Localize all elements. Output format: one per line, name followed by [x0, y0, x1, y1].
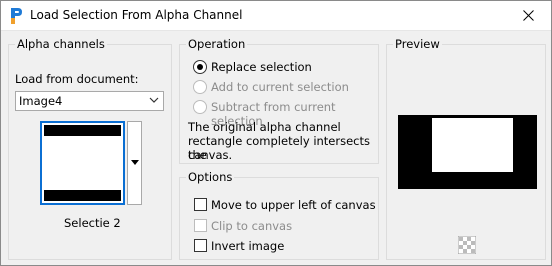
options-group: Options Move to upper left of canvas Cli… — [179, 170, 379, 260]
checkerboard-icon[interactable] — [458, 236, 476, 254]
preview-image — [398, 115, 537, 189]
preview-group: Preview — [386, 37, 546, 260]
add-to-selection-label[interactable]: Add to current selection — [211, 80, 349, 94]
thumbnail-image — [44, 125, 121, 201]
preview-selection-area — [432, 118, 513, 172]
clip-to-canvas-label[interactable]: Clip to canvas — [211, 219, 292, 233]
options-group-title: Options — [186, 170, 235, 184]
window-title: Load Selection From Alpha Channel — [30, 8, 243, 22]
invert-image-checkbox[interactable] — [194, 239, 207, 252]
document-select[interactable]: Image4 — [15, 91, 164, 111]
paintshop-pro-icon — [11, 8, 22, 24]
channel-thumbnail[interactable] — [40, 121, 125, 205]
channel-name-label: Selectie 2 — [64, 216, 121, 230]
move-to-upper-left-checkbox[interactable] — [194, 198, 207, 211]
radio-selected-dot — [197, 64, 203, 70]
subtract-from-selection-radio[interactable] — [193, 100, 207, 114]
dialog-window: Load Selection From Alpha Channel Alpha … — [0, 0, 552, 266]
move-to-upper-left-label[interactable]: Move to upper left of canvas — [211, 198, 376, 212]
alpha-channels-group: Alpha channels Load from document: Image… — [8, 37, 172, 260]
add-to-selection-radio[interactable] — [193, 80, 207, 94]
close-icon — [523, 10, 534, 21]
title-bar: Load Selection From Alpha Channel — [1, 1, 551, 31]
replace-selection-radio[interactable] — [193, 60, 207, 74]
info-text-line-1: The original alpha channel — [188, 120, 341, 134]
load-from-document-label: Load from document: — [15, 72, 139, 86]
thumbnail-selection-area — [44, 136, 121, 190]
thumbnail-dropdown-button[interactable] — [127, 121, 142, 205]
triangle-down-icon — [131, 160, 139, 165]
preview-group-title: Preview — [393, 37, 442, 51]
alpha-channels-group-title: Alpha channels — [15, 37, 107, 51]
invert-image-label[interactable]: Invert image — [211, 239, 284, 253]
document-select-value: Image4 — [19, 94, 63, 108]
replace-selection-label[interactable]: Replace selection — [211, 60, 312, 74]
operation-group-title: Operation — [186, 37, 248, 51]
info-text-line-3: canvas. — [188, 148, 233, 162]
close-button[interactable] — [506, 1, 551, 30]
operation-group: Operation Replace selection Add to curre… — [179, 37, 379, 164]
clip-to-canvas-checkbox[interactable] — [194, 219, 207, 232]
chevron-down-icon — [149, 97, 159, 103]
